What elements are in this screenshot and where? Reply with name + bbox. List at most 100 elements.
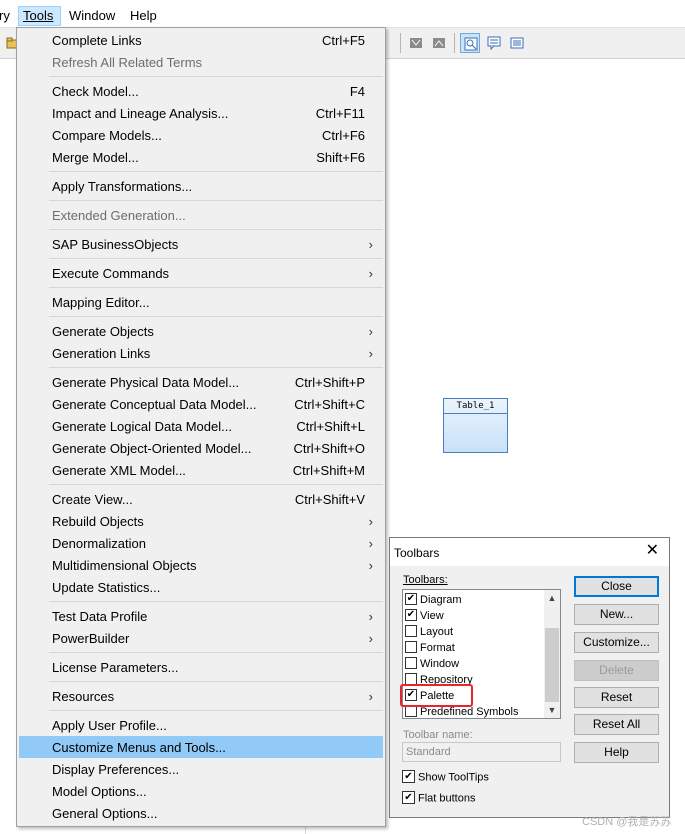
list-item[interactable]: ✔ View [405, 608, 444, 624]
scroll-thumb[interactable] [545, 628, 559, 702]
listbox-scrollbar[interactable]: ▲ ▼ [544, 590, 560, 718]
menu-item-shortcut: Ctrl+Shift+C [294, 397, 365, 412]
image-icon[interactable] [429, 33, 449, 53]
menu-item-check-model[interactable]: Check Model... F4 [19, 80, 383, 102]
menu-window[interactable]: Window [69, 8, 115, 23]
menu-item-shortcut: Ctrl+Shift+L [296, 419, 365, 434]
list-item-label: Format [420, 642, 455, 654]
checkbox-label: Flat buttons [418, 792, 476, 805]
menu-item-label: Compare Models... [52, 128, 162, 143]
menu-item-label: Impact and Lineage Analysis... [52, 106, 229, 121]
reset-all-button[interactable]: Reset All [574, 714, 659, 735]
menu-item-shortcut: Ctrl+F11 [315, 106, 365, 121]
menu-item-denormalization[interactable]: Denormalization › [19, 532, 383, 554]
menu-item-complete-links[interactable]: Complete Links Ctrl+F5 [19, 29, 383, 51]
show-tooltips-checkbox[interactable]: ✔ Show ToolTips [402, 770, 489, 784]
menu-item-label: Apply Transformations... [52, 179, 193, 194]
table-symbol-name: Table_1 [444, 399, 507, 414]
menu-item-test-data-profile[interactable]: Test Data Profile › [19, 605, 383, 627]
toolbar-separator [400, 33, 401, 53]
menu-separator [49, 76, 383, 77]
scroll-down-icon[interactable]: ▼ [544, 702, 560, 718]
menu-item-label: Test Data Profile [52, 609, 148, 624]
menu-item-label: Rebuild Objects [52, 514, 144, 529]
menu-item-label: Generate XML Model... [52, 463, 186, 478]
menu-item-merge-model[interactable]: Merge Model... Shift+F6 [19, 146, 383, 168]
menu-item-multidimensional-objects[interactable]: Multidimensional Objects › [19, 554, 383, 576]
menu-item-rebuild-objects[interactable]: Rebuild Objects › [19, 510, 383, 532]
delete-button: Delete [574, 660, 659, 681]
menu-item-generation-links[interactable]: Generation Links › [19, 342, 383, 364]
dialog-titlebar: Toolbars ✕ [390, 538, 669, 566]
menu-item-update-statistics[interactable]: Update Statistics... [19, 576, 383, 598]
menu-item-mapping-editor[interactable]: Mapping Editor... [19, 291, 383, 313]
flat-buttons-checkbox[interactable]: ✔ Flat buttons [402, 791, 476, 805]
menu-item-generate-xml[interactable]: Generate XML Model... Ctrl+Shift+M [19, 459, 383, 481]
menu-item-label: License Parameters... [52, 660, 179, 675]
format-painter-icon[interactable] [406, 33, 426, 53]
menu-item-compare-models[interactable]: Compare Models... Ctrl+F6 [19, 124, 383, 146]
chevron-right-icon: › [368, 609, 373, 624]
customize-button[interactable]: Customize... [574, 632, 659, 653]
checkbox-checked-icon[interactable]: ✔ [405, 609, 417, 622]
menu-item-apply-user-profile[interactable]: Apply User Profile... [19, 714, 383, 736]
toolbars-dialog: Toolbars ✕ Toolbars: ✔ Diagram ✔ View Layo… [389, 537, 670, 818]
menu-separator [49, 710, 383, 711]
menu-help[interactable]: Help [130, 8, 157, 23]
menu-item-shortcut: Shift+F6 [316, 150, 365, 165]
menu-item-label: Resources [52, 689, 115, 704]
reset-button[interactable]: Reset [574, 687, 659, 708]
menu-item-generate-pdm[interactable]: Generate Physical Data Model... Ctrl+Shif… [19, 371, 383, 393]
menu-item-label: Generate Logical Data Model... [52, 419, 232, 434]
menu-item-label: Generation Links [52, 346, 151, 361]
menu-item-generate-oom[interactable]: Generate Object-Oriented Model... Ctrl+Sh… [19, 437, 383, 459]
menu-separator [49, 367, 383, 368]
menu-item-impact-lineage[interactable]: Impact and Lineage Analysis... Ctrl+F11 [19, 102, 383, 124]
menu-item-label: Model Options... [52, 784, 147, 799]
menu-item-customize-menus-tools[interactable]: Customize Menus and Tools... [19, 736, 383, 758]
list-item[interactable]: Format [405, 640, 455, 656]
menu-item-generate-objects[interactable]: Generate Objects › [19, 320, 383, 342]
menu-tools[interactable]: Tools [23, 8, 53, 23]
toolbar-separator [454, 33, 455, 53]
close-icon[interactable]: ✕ [646, 543, 659, 559]
menu-repository[interactable]: ry [0, 8, 10, 23]
help-button[interactable]: Help [574, 742, 659, 763]
menu-item-license-parameters[interactable]: License Parameters... [19, 656, 383, 678]
checkbox-checked-icon[interactable]: ✔ [402, 770, 415, 783]
menu-item-generate-ldm[interactable]: Generate Logical Data Model... Ctrl+Shift… [19, 415, 383, 437]
list-view-icon[interactable] [507, 33, 527, 53]
chevron-right-icon: › [368, 266, 373, 281]
menu-separator [49, 258, 383, 259]
menu-item-apply-transformations[interactable]: Apply Transformations... [19, 175, 383, 197]
checkbox-checked-icon[interactable]: ✔ [405, 593, 417, 606]
new-button[interactable]: New... [574, 604, 659, 625]
table-symbol[interactable]: Table_1 [443, 398, 508, 453]
checkbox-unchecked-icon[interactable] [405, 657, 417, 670]
menu-item-label: SAP BusinessObjects [52, 237, 179, 252]
scroll-up-icon[interactable]: ▲ [544, 590, 560, 606]
chevron-right-icon: › [368, 558, 373, 573]
menu-item-general-options[interactable]: General Options... [19, 802, 383, 824]
list-item[interactable]: Layout [405, 624, 453, 640]
checkbox-unchecked-icon[interactable] [405, 625, 417, 638]
menu-item-model-options[interactable]: Model Options... [19, 780, 383, 802]
menu-item-execute-commands[interactable]: Execute Commands › [19, 262, 383, 284]
menu-item-create-view[interactable]: Create View... Ctrl+Shift+V [19, 488, 383, 510]
zoom-view-icon[interactable] [460, 33, 480, 53]
menu-item-resources[interactable]: Resources › [19, 685, 383, 707]
menu-item-label: Generate Object-Oriented Model... [52, 441, 252, 456]
checkbox-unchecked-icon[interactable] [405, 641, 417, 654]
menu-item-display-preferences[interactable]: Display Preferences... [19, 758, 383, 780]
comment-icon[interactable] [484, 33, 504, 53]
menu-item-shortcut: Ctrl+Shift+O [293, 441, 365, 456]
list-item[interactable]: Window [405, 656, 459, 672]
menu-item-generate-cdm[interactable]: Generate Conceptual Data Model... Ctrl+Sh… [19, 393, 383, 415]
close-button[interactable]: Close [574, 576, 659, 597]
checkbox-checked-icon[interactable]: ✔ [402, 791, 415, 804]
menu-item-sap-businessobjects[interactable]: SAP BusinessObjects › [19, 233, 383, 255]
list-item[interactable]: ✔ Diagram [405, 592, 462, 608]
menu-item-powerbuilder[interactable]: PowerBuilder › [19, 627, 383, 649]
list-item-label: Predefined Symbols [420, 706, 519, 718]
menu-item-label: Generate Conceptual Data Model... [52, 397, 257, 412]
